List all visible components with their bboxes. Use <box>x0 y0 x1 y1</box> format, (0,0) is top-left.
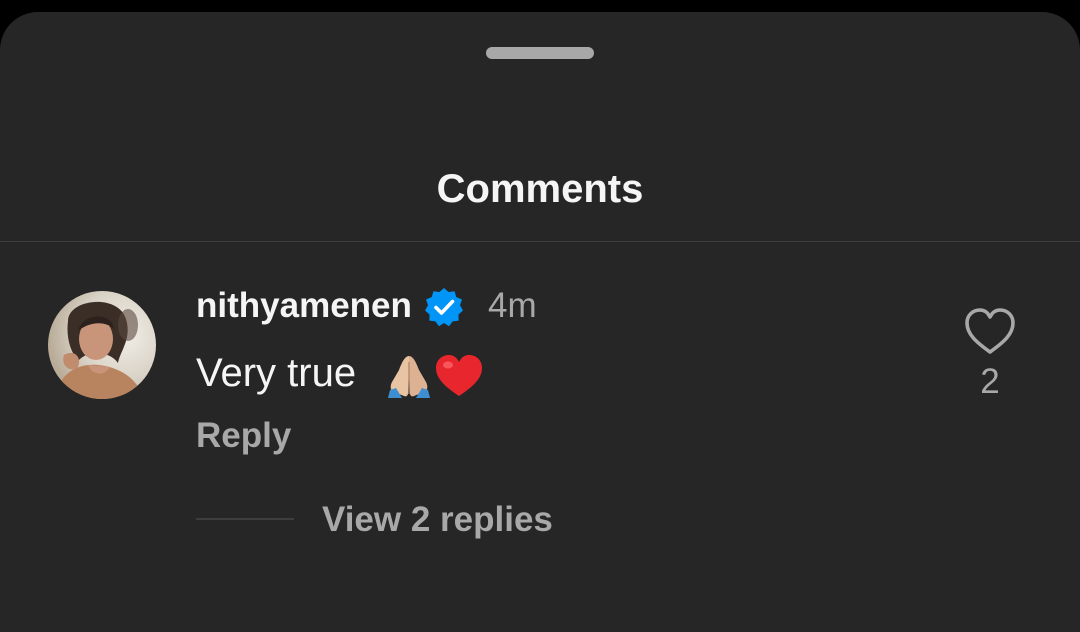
comment-username[interactable]: nithyamenen <box>196 286 412 326</box>
sheet-title: Comments <box>436 167 644 211</box>
avatar[interactable] <box>48 291 156 399</box>
folded-hands-emoji <box>388 356 430 398</box>
header-divider <box>0 241 1080 242</box>
replies-divider-line <box>196 518 294 520</box>
verified-badge-icon <box>425 288 463 327</box>
red-heart-emoji <box>436 355 482 396</box>
like-count: 2 <box>980 362 1000 401</box>
reply-button[interactable]: Reply <box>196 415 291 457</box>
heart-outline-icon[interactable] <box>962 305 1018 357</box>
avatar-photo <box>48 291 156 399</box>
view-replies-button[interactable]: View 2 replies <box>322 499 553 541</box>
comment-timestamp: 4m <box>488 286 537 325</box>
comment-text: Very true <box>196 351 357 395</box>
drag-handle[interactable] <box>486 47 594 59</box>
